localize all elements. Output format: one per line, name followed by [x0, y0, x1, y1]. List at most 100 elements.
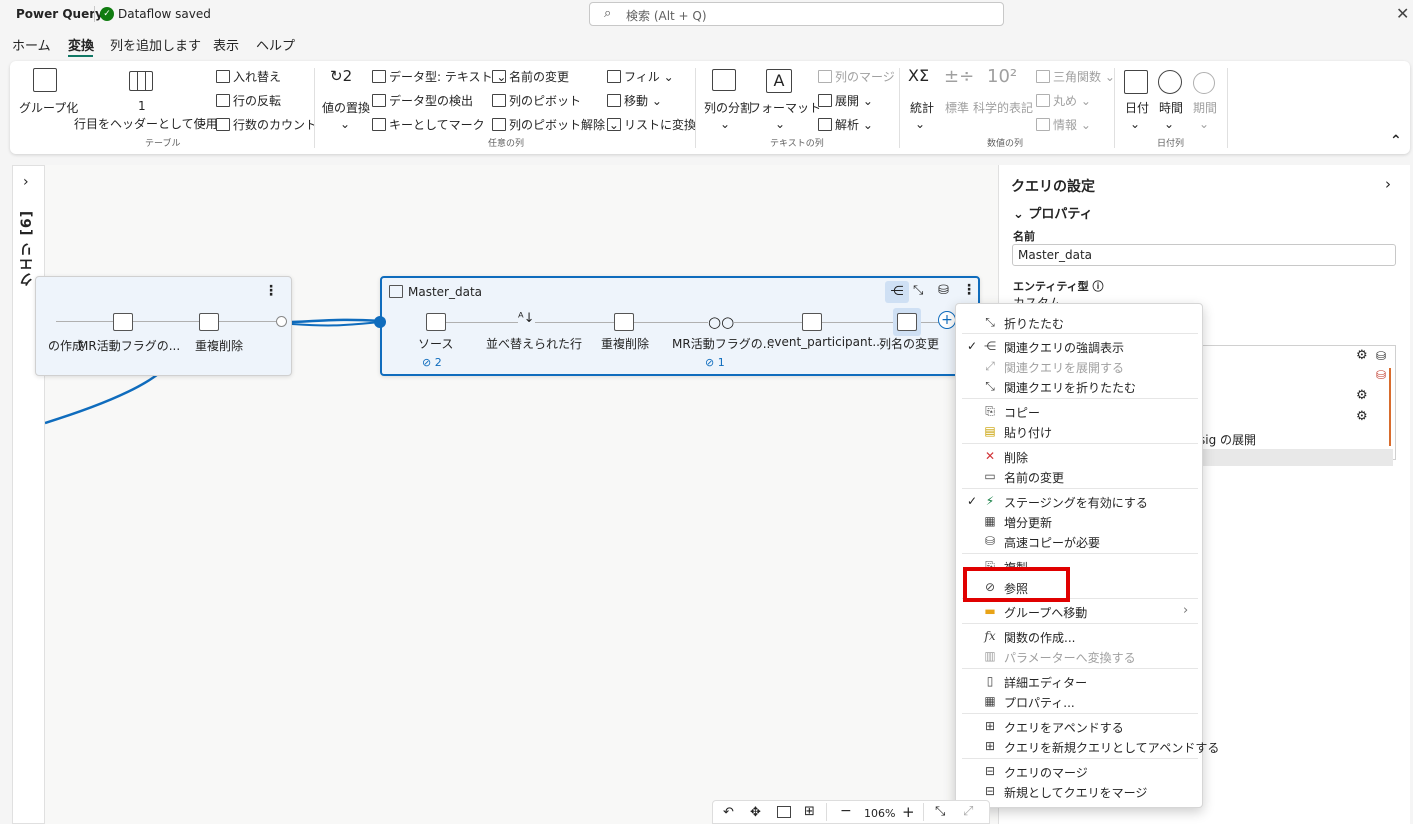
- input-port[interactable]: [374, 316, 386, 328]
- format-button[interactable]: フォーマット: [749, 99, 821, 116]
- query-card-master-data[interactable]: Master_data ⋲ ⤡ ⛁ ⋮ ᴬ↓ ○○ ソース 並べ替えられた行 重…: [374, 276, 980, 376]
- menu-item-collapse-related[interactable]: 関連クエリを折りたたむ: [1004, 379, 1136, 396]
- menu-item-expand-related[interactable]: 関連クエリを展開する: [1004, 359, 1124, 376]
- scientific-button[interactable]: 科学的表記: [973, 99, 1033, 116]
- menu-item-advanced-editor[interactable]: 詳細エディター: [1004, 674, 1087, 691]
- add-step-button[interactable]: +: [938, 311, 956, 329]
- tab-view[interactable]: 表示: [213, 35, 239, 57]
- zoom-out-icon[interactable]: −: [840, 803, 852, 819]
- menu-item-highlight-related[interactable]: 関連クエリの強調表示: [1004, 339, 1124, 356]
- tab-transform[interactable]: 変換: [68, 35, 94, 57]
- remove-duplicates-icon[interactable]: [199, 313, 219, 331]
- reverse-rows-button[interactable]: 行の反転: [216, 92, 281, 109]
- menu-item-append-queries[interactable]: クエリをアペンドする: [1004, 719, 1124, 736]
- sort-icon[interactable]: ᴬ↓: [518, 311, 535, 326]
- gear-icon[interactable]: ⚙: [1356, 388, 1368, 403]
- search-input[interactable]: ⌕ 検索 (Alt + Q): [589, 2, 1004, 26]
- merge-icon[interactable]: ○○: [708, 313, 735, 331]
- close-icon[interactable]: ✕: [1396, 4, 1409, 23]
- more-options-icon[interactable]: ⋮: [962, 282, 976, 298]
- tab-help[interactable]: ヘルプ: [256, 35, 295, 57]
- chevron-down-icon[interactable]: ⌄: [1164, 117, 1174, 131]
- query-card-left[interactable]: ⋮ の作成 MR活動フラグの... 重複削除: [35, 276, 292, 376]
- menu-item-paste[interactable]: 貼り付け: [1004, 424, 1052, 441]
- highlight-related-icon[interactable]: ⋲: [885, 281, 909, 303]
- tab-home[interactable]: ホーム: [12, 35, 51, 57]
- date-button[interactable]: 日付: [1125, 99, 1149, 116]
- staging-icon[interactable]: ⛁: [938, 283, 949, 298]
- gear-icon[interactable]: ⚙: [1356, 348, 1368, 363]
- to-list-button[interactable]: リストに変換: [607, 116, 696, 133]
- menu-item-convert-to-parameter[interactable]: パラメーターへ変換する: [1004, 649, 1136, 666]
- merge-columns-button[interactable]: 列のマージ: [818, 68, 895, 85]
- gear-icon[interactable]: ⚙: [1356, 409, 1368, 424]
- collapse-all-icon[interactable]: ⤡: [935, 804, 945, 819]
- expand-button[interactable]: 展開 ⌄: [818, 92, 873, 109]
- remove-duplicates-icon[interactable]: [614, 313, 634, 331]
- custom-column-icon[interactable]: [113, 313, 133, 331]
- chevron-down-icon[interactable]: ⌄: [340, 117, 350, 131]
- menu-item-collapse[interactable]: 折りたたむ: [1004, 315, 1064, 332]
- collapse-icon[interactable]: ⤡: [913, 283, 923, 298]
- link-badge[interactable]: ⊘ 2: [422, 356, 442, 369]
- expand-all-icon[interactable]: ⤢: [963, 804, 973, 819]
- standard-button[interactable]: 標準: [945, 99, 969, 116]
- parse-button[interactable]: 解析 ⌄: [818, 116, 873, 133]
- fit-view-icon[interactable]: [777, 806, 791, 818]
- menu-item-rename[interactable]: 名前の変更: [1004, 469, 1064, 486]
- chevron-down-icon[interactable]: ⌄: [775, 117, 785, 131]
- more-options-icon[interactable]: ⋮: [264, 283, 278, 299]
- menu-item-incremental-refresh[interactable]: 増分更新: [1004, 514, 1052, 531]
- chevron-right-icon[interactable]: ›: [1385, 175, 1391, 193]
- pivot-button[interactable]: 列のピボット: [492, 92, 581, 109]
- menu-item-delete[interactable]: 削除: [1004, 449, 1028, 466]
- map-icon[interactable]: ⊞: [804, 804, 815, 819]
- fill-button[interactable]: フィル ⌄: [607, 68, 674, 85]
- count-rows-button[interactable]: 行数のカウント: [216, 116, 317, 133]
- source-icon[interactable]: [426, 313, 446, 331]
- unpivot-button[interactable]: 列のピボット解除 ⌄: [492, 116, 619, 133]
- menu-item-append-as-new[interactable]: クエリを新規クエリとしてアペンドする: [1004, 739, 1219, 756]
- menu-item-create-function[interactable]: 関数の作成...: [1004, 629, 1075, 646]
- menu-item-properties[interactable]: プロパティ...: [1004, 694, 1075, 711]
- zoom-in-icon[interactable]: +: [902, 803, 915, 821]
- chevron-down-icon[interactable]: ⌄: [1199, 117, 1209, 131]
- transpose-button[interactable]: 入れ替え: [216, 68, 281, 85]
- rounding-button[interactable]: 丸め ⌄: [1036, 92, 1091, 109]
- trigonometry-button[interactable]: 三角関数 ⌄: [1036, 68, 1115, 85]
- chevron-down-icon[interactable]: ⌄: [720, 117, 730, 131]
- statistics-button[interactable]: 統計: [910, 99, 934, 116]
- group-by-button[interactable]: グループ化: [19, 99, 78, 116]
- information-button[interactable]: 情報 ⌄: [1036, 116, 1091, 133]
- properties-section[interactable]: ⌄ プロパティ: [1013, 203, 1093, 222]
- replace-values-button[interactable]: 値の置換: [322, 99, 370, 116]
- tab-add-column[interactable]: 列を追加します: [110, 35, 201, 57]
- mark-as-key-button[interactable]: キーとしてマーク: [372, 116, 485, 133]
- output-port[interactable]: [276, 316, 287, 327]
- chevron-down-icon[interactable]: ⌄: [915, 117, 925, 131]
- link-badge[interactable]: ⊘ 1: [705, 356, 725, 369]
- step-text[interactable]: sig の展開: [1199, 431, 1256, 448]
- undo-icon[interactable]: ↶: [723, 805, 734, 820]
- query-name-field[interactable]: Master_data: [1012, 244, 1396, 266]
- detect-type-button[interactable]: データ型の検出: [372, 92, 473, 109]
- time-button[interactable]: 時間: [1159, 99, 1183, 116]
- move-button[interactable]: 移動 ⌄: [607, 92, 662, 109]
- collapse-ribbon-icon[interactable]: ⌃: [1390, 133, 1402, 149]
- menu-item-fast-copy[interactable]: 高速コピーが必要: [1004, 534, 1100, 551]
- menu-item-merge-queries[interactable]: クエリのマージ: [1004, 764, 1088, 781]
- expand-pane-icon[interactable]: ›: [23, 174, 29, 190]
- pan-icon[interactable]: ✥: [750, 805, 761, 820]
- split-column-button[interactable]: 列の分割: [704, 99, 752, 116]
- rename-button[interactable]: 名前の変更: [492, 68, 569, 85]
- chevron-down-icon[interactable]: ⌄: [198, 115, 208, 129]
- selected-step-row[interactable]: [1199, 449, 1393, 466]
- chevron-down-icon[interactable]: ⌄: [1130, 117, 1140, 131]
- expand-column-icon[interactable]: [802, 313, 822, 331]
- rename-columns-icon[interactable]: [897, 313, 917, 331]
- use-first-row-button[interactable]: 行目をヘッダーとして使用: [74, 115, 218, 132]
- menu-item-enable-staging[interactable]: ステージングを有効にする: [1004, 494, 1148, 511]
- menu-item-merge-as-new[interactable]: 新規としてクエリをマージ: [1004, 784, 1147, 801]
- diagram-canvas[interactable]: ⋮ の作成 MR活動フラグの... 重複削除 Master_data ⋲ ⤡ ⛁…: [35, 165, 998, 824]
- data-type-button[interactable]: データ型: テキスト ⌄: [372, 68, 506, 85]
